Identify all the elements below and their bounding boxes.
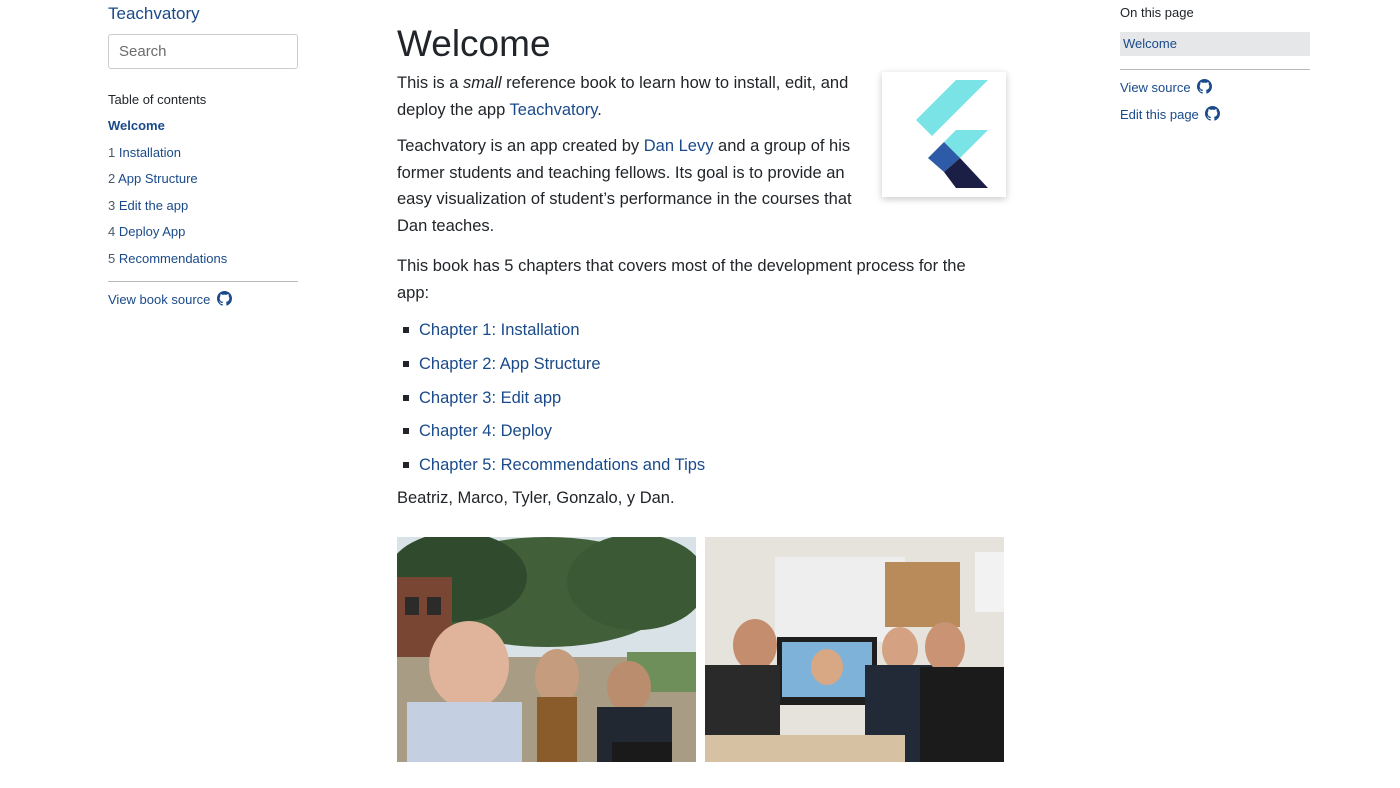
toc-item-welcome: Welcome <box>108 117 298 144</box>
chapter-item: Chapter 3: Edit app <box>397 388 1007 422</box>
toc-label: Installation <box>118 144 182 160</box>
toc-item-installation: 1 Installation <box>108 144 298 171</box>
toc-link-recommendations[interactable]: 5 Recommendations <box>108 251 227 266</box>
on-this-page-heading: On this page <box>1120 5 1194 20</box>
edit-this-page-link[interactable]: Edit this page <box>1120 106 1310 123</box>
chapter-3-link[interactable]: Chapter 3: Edit app <box>419 389 561 407</box>
toc-label: Deploy App <box>118 224 186 240</box>
indoor-group-photo <box>705 537 1004 762</box>
intro-emphasis: small <box>463 74 502 92</box>
teachvatory-link[interactable]: Teachvatory <box>510 101 598 119</box>
on-this-page-welcome[interactable]: Welcome <box>1120 32 1310 56</box>
sidebar-divider <box>108 280 298 282</box>
about-text-1: Teachvatory is an app created by <box>397 137 644 155</box>
toc-number: 1 <box>108 144 116 160</box>
toc-heading: Table of contents <box>108 92 207 107</box>
chapter-2-link[interactable]: Chapter 2: App Structure <box>419 355 601 373</box>
toc-link-welcome[interactable]: Welcome <box>108 118 165 133</box>
intro-paragraph: This is a small reference book to learn … <box>397 70 867 123</box>
view-book-source-link[interactable]: View book source <box>108 290 298 308</box>
right-toc-divider <box>1120 69 1310 70</box>
flutter-logo-card <box>882 72 1006 197</box>
chapter-item: Chapter 4: Deploy <box>397 421 1007 455</box>
intro-text-1: This is a <box>397 74 464 92</box>
view-source-link[interactable]: View source <box>1120 79 1310 96</box>
toc-item-edit-app: 3 Edit the app <box>108 197 298 224</box>
toc-number: 5 <box>108 250 116 266</box>
toc-link-deploy-app[interactable]: 4 Deploy App <box>108 224 185 239</box>
toc-number: 2 <box>108 171 116 187</box>
toc-label: App Structure <box>118 171 198 187</box>
intro-text-3: . <box>597 100 602 119</box>
toc-list: Welcome 1 Installation 2 App Structure 3… <box>108 117 298 277</box>
toc-link-app-structure[interactable]: 2 App Structure <box>108 171 198 186</box>
brand-link[interactable]: Teachvatory <box>108 4 298 24</box>
search-input[interactable] <box>108 34 298 69</box>
toc-link-edit-app[interactable]: 3 Edit the app <box>108 198 188 213</box>
chapter-4-link[interactable]: Chapter 4: Deploy <box>419 422 552 440</box>
chapter-1-link[interactable]: Chapter 1: Installation <box>419 321 580 339</box>
chapters-intro: This book has 5 chapters that covers mos… <box>397 257 966 302</box>
dan-levy-link[interactable]: Dan Levy <box>644 137 714 155</box>
page-title: Welcome <box>397 23 551 64</box>
view-source-label: View source <box>1120 80 1191 95</box>
flutter-logo <box>916 80 988 188</box>
toc-label: Recommendations <box>118 250 228 266</box>
toc-label: Edit the app <box>118 197 189 213</box>
github-icon <box>1197 79 1213 94</box>
chapter-list: Chapter 1: Installation Chapter 2: App S… <box>397 320 1007 489</box>
github-icon <box>1205 106 1221 121</box>
toc-number: 4 <box>108 224 116 240</box>
left-sidebar: Teachvatory Table of contents Welcome 1 … <box>108 0 298 308</box>
chapter-5-link[interactable]: Chapter 5: Recommendations and Tips <box>419 456 705 474</box>
toc-item-recommendations: 5 Recommendations <box>108 250 298 277</box>
toc-item-app-structure: 2 App Structure <box>108 170 298 197</box>
about-paragraph: Teachvatory is an app created by Dan Lev… <box>397 133 867 239</box>
chapter-item: Chapter 5: Recommendations and Tips <box>397 455 1007 489</box>
toc-item-deploy-app: 4 Deploy App <box>108 223 298 250</box>
view-book-source-label: View book source <box>108 291 211 307</box>
edit-this-page-label: Edit this page <box>1120 107 1199 122</box>
main-content: Welcome This is a small reference book t… <box>397 0 1007 762</box>
chapter-item: Chapter 2: App Structure <box>397 354 1007 388</box>
chapter-item: Chapter 1: Installation <box>397 320 1007 354</box>
outdoor-group-photo <box>397 537 696 762</box>
toc-number: 3 <box>108 197 116 213</box>
authors-line: Beatriz, Marco, Tyler, Gonzalo, y Dan. <box>397 488 675 507</box>
github-icon <box>217 290 232 306</box>
on-this-page-panel: On this page Welcome View source Edit th… <box>1120 0 1310 123</box>
toc-link-installation[interactable]: 1 Installation <box>108 145 181 160</box>
